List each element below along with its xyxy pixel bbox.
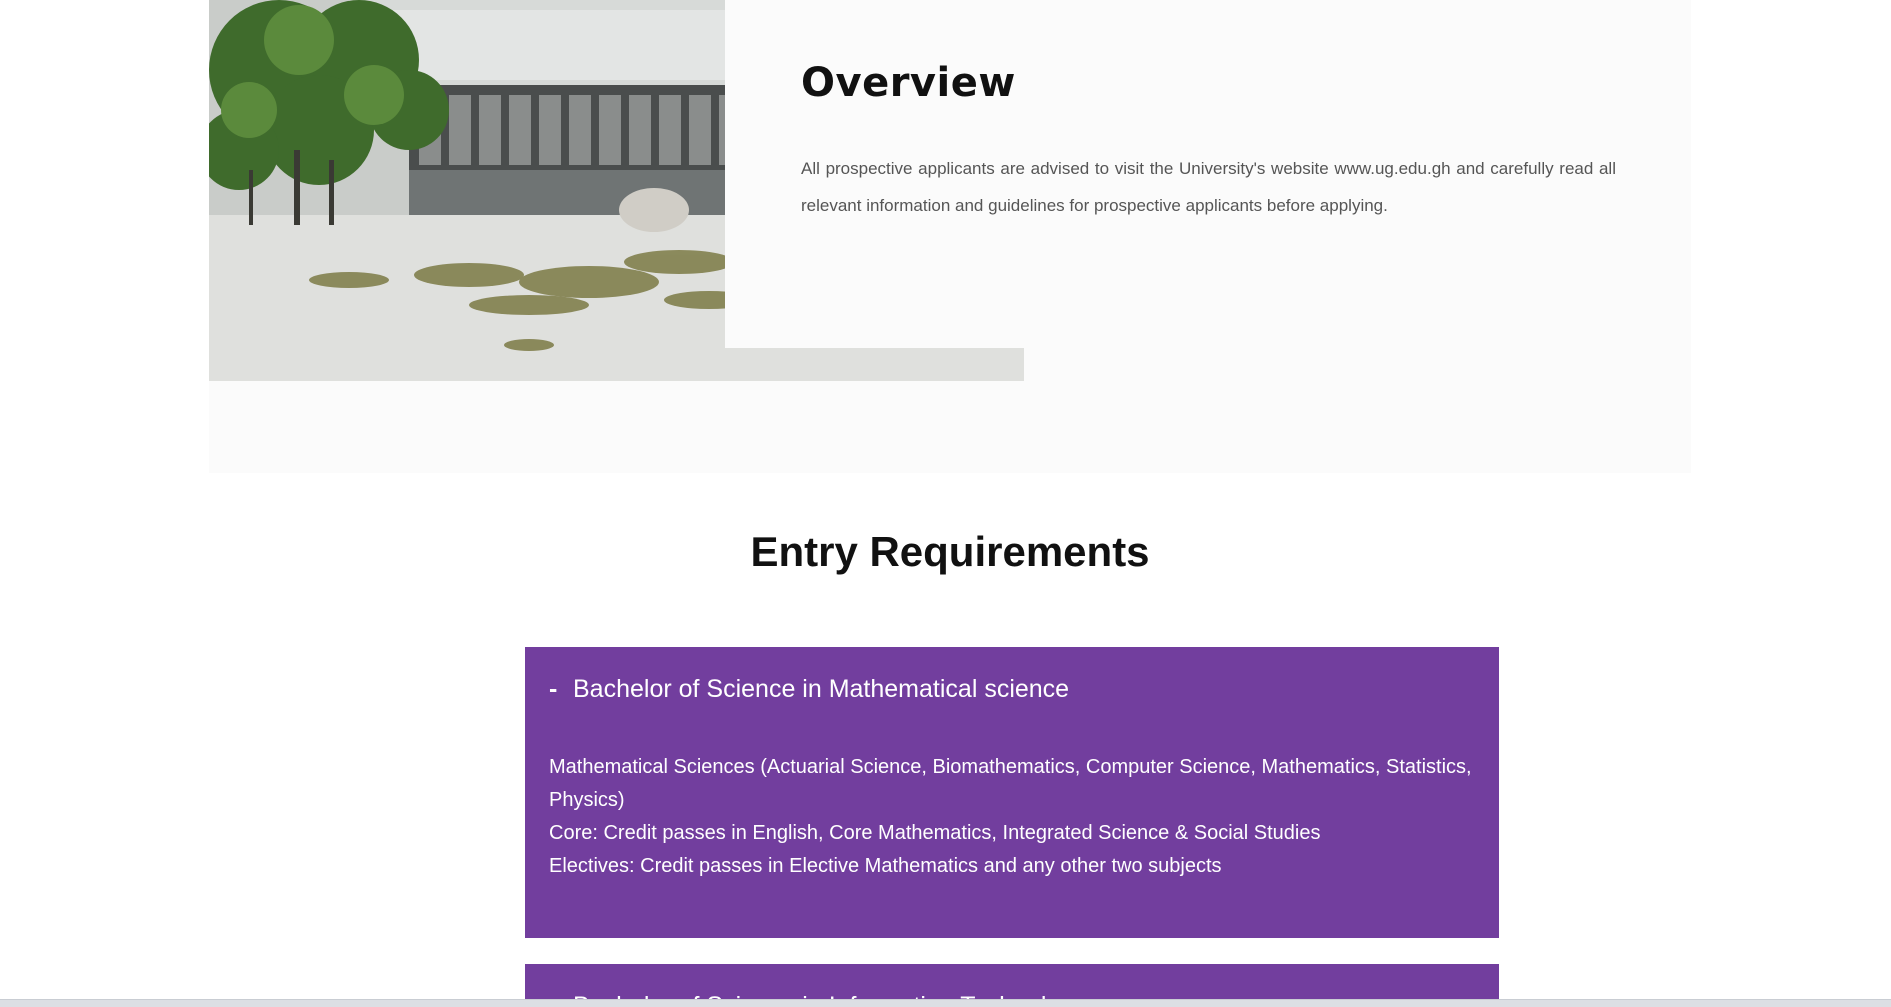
accordion-body: Mathematical Sciences (Actuarial Science… [549,751,1479,883]
accordion-header[interactable]: - Bachelor of Science in Mathematical sc… [549,675,1069,704]
overview-heading: Overview [801,60,1016,106]
window-bottom-edge [0,999,1891,1007]
accordion-mathematical-science: - Bachelor of Science in Mathematical sc… [525,647,1499,938]
overview-paragraph: All prospective applicants are advised t… [801,159,1616,215]
requirement-core: Core: Credit passes in English, Core Mat… [549,822,1321,844]
entry-requirements-heading: Entry Requirements [750,528,1150,575]
requirement-programmes: Mathematical Sciences (Actuarial Science… [549,756,1472,811]
accordion-title[interactable]: Bachelor of Science in Mathematical scie… [573,675,1069,704]
requirement-electives: Electives: Credit passes in Elective Mat… [549,855,1222,877]
collapse-icon[interactable]: - [549,675,573,704]
